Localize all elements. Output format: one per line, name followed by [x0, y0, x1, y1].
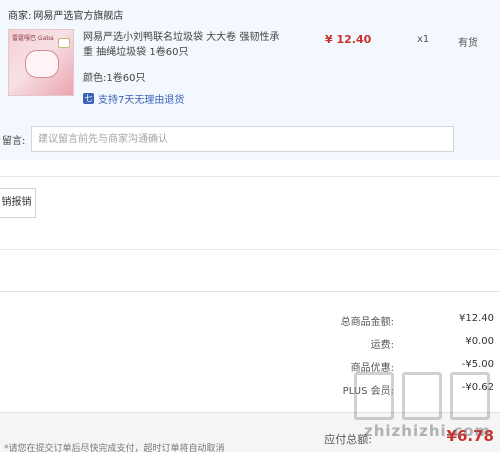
- summary-value: ¥0.00: [465, 336, 494, 347]
- summary-total-goods: 总商品金额: ¥12.40: [300, 313, 498, 328]
- return-policy-text: 支持7天无理由退货: [98, 95, 185, 106]
- summary-value: -¥0.62: [461, 382, 494, 393]
- product-name-link[interactable]: 网易严选小刘鸭联名垃圾袋 大大卷 强韧性承重 抽绳垃圾袋 1卷60只: [83, 30, 288, 60]
- merchant-label: 商家:: [8, 11, 32, 22]
- product-price: ¥ 12.40: [325, 33, 372, 46]
- spec-label: 颜色:: [83, 73, 107, 84]
- summary-plus-member: PLUS 会员: -¥0.62: [300, 382, 498, 397]
- summary-label: 总商品金额:: [340, 317, 394, 328]
- return-policy-icon: 七: [83, 93, 94, 104]
- summary-label: 运费:: [370, 340, 394, 351]
- section-divider: [0, 291, 500, 292]
- invoice-button[interactable]: 销报销: [0, 188, 36, 218]
- summary-label: PLUS 会员:: [342, 386, 394, 397]
- remark-label: 留言:: [2, 136, 26, 147]
- brand-badge-icon: [58, 38, 70, 48]
- summary-discount: 商品优惠: -¥5.00: [300, 359, 498, 374]
- merchant-info: 商家: 网易严选官方旗舰店: [8, 7, 123, 22]
- summary-label: 商品优惠:: [350, 363, 394, 374]
- summary-value: -¥5.00: [461, 359, 494, 370]
- product-image[interactable]: 雷霆嘎巴 Gaba: [8, 29, 74, 96]
- remark-input[interactable]: [31, 126, 454, 152]
- spec-value: 1卷60只: [106, 73, 146, 84]
- payable-value: ¥6.78: [446, 427, 494, 445]
- product-image-title: 雷霆嘎巴 Gaba: [12, 35, 54, 42]
- trash-bag-roll-icon: [25, 50, 59, 78]
- order-item-section: 商家: 网易严选官方旗舰店 雷霆嘎巴 Gaba 网易严选小刘鸭联名垃圾袋 大大卷 …: [0, 0, 500, 160]
- stock-status: 有货: [458, 38, 478, 49]
- summary-value: ¥12.40: [459, 313, 494, 324]
- product-quantity: x1: [417, 34, 430, 45]
- section-divider: [0, 176, 500, 177]
- summary-shipping: 运费: ¥0.00: [300, 336, 498, 351]
- return-policy[interactable]: 七 支持7天无理由退货: [83, 91, 184, 106]
- merchant-name[interactable]: 网易严选官方旗舰店: [33, 11, 123, 22]
- payable-label: 应付总额:: [324, 433, 372, 446]
- product-spec: 颜色:1卷60只: [83, 69, 145, 84]
- bottom-note: *请您在提交订单后尽快完成支付，超时订单将自动取消: [4, 444, 225, 452]
- section-divider: [0, 249, 500, 250]
